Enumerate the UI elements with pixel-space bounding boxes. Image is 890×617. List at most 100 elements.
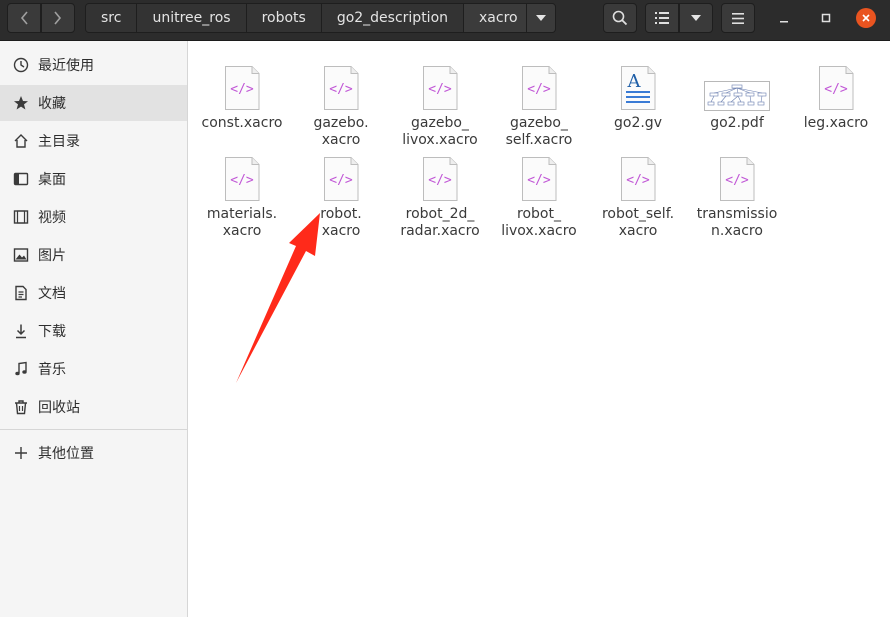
desktop-icon <box>12 170 30 188</box>
file-item[interactable]: </> const.xacro <box>192 65 292 132</box>
xacro-file-icon: </> <box>520 65 558 111</box>
svg-text:</>: </> <box>527 173 551 188</box>
sidebar-item-pictures[interactable]: 图片 <box>0 237 187 273</box>
main-menu-button[interactable] <box>721 3 755 33</box>
breadcrumb: src unitree_ros robots go2_description x… <box>85 3 556 33</box>
maximize-button[interactable] <box>816 8 836 28</box>
sidebar-item-label: 桌面 <box>38 172 66 188</box>
breadcrumb-item[interactable]: go2_description <box>321 4 465 32</box>
xacro-file-icon: </> <box>223 156 261 202</box>
file-item[interactable]: </> gazebo_ livox.xacro <box>390 65 490 149</box>
sidebar-item-desktop[interactable]: 桌面 <box>0 161 187 197</box>
clock-icon <box>12 56 30 74</box>
breadcrumb-item[interactable]: robots <box>246 4 322 32</box>
chevron-down-icon <box>691 15 701 21</box>
sidebar-divider <box>0 429 187 430</box>
search-icon <box>612 10 628 26</box>
close-button[interactable] <box>856 8 876 28</box>
file-item[interactable]: </> robot_self. xacro <box>588 156 688 240</box>
home-icon <box>12 132 30 150</box>
xacro-file-icon: </> <box>817 65 855 111</box>
xacro-file-icon: </> <box>619 156 657 202</box>
video-icon <box>12 208 30 226</box>
music-icon <box>12 360 30 378</box>
sidebar-item-videos[interactable]: 视频 <box>0 199 187 235</box>
minimize-icon <box>780 21 788 23</box>
svg-text:</>: </> <box>230 82 254 97</box>
file-item[interactable]: </> materials. xacro <box>192 156 292 240</box>
sidebar-item-documents[interactable]: 文档 <box>0 275 187 311</box>
sidebar-item-downloads[interactable]: 下载 <box>0 313 187 349</box>
list-view-button[interactable] <box>645 3 679 33</box>
xacro-file-icon: </> <box>421 156 459 202</box>
chevron-left-icon <box>20 11 28 25</box>
xacro-file-icon: </> <box>322 156 360 202</box>
sidebar-item-recent[interactable]: 最近使用 <box>0 47 187 83</box>
file-name: const.xacro <box>201 115 283 131</box>
breadcrumb-item[interactable]: src <box>86 4 138 32</box>
sidebar-item-label: 音乐 <box>38 362 66 378</box>
file-item[interactable]: </> transmissio n.xacro <box>687 156 787 240</box>
sidebar-item-label: 文档 <box>38 286 66 302</box>
sidebar-item-label: 收藏 <box>38 96 66 112</box>
sidebar-item-label: 视频 <box>38 210 66 226</box>
file-view: </> const.xacro </> gazebo. xacro </> gazebo_… <box>189 41 890 617</box>
svg-text:</>: </> <box>824 82 848 97</box>
file-name: gazebo_ livox.xacro <box>402 115 478 148</box>
svg-text:</>: </> <box>329 82 353 97</box>
back-button[interactable] <box>7 3 41 33</box>
trash-icon <box>12 398 30 416</box>
search-button[interactable] <box>603 3 637 33</box>
file-item[interactable]: go2.pdf <box>687 65 787 132</box>
minimize-button[interactable] <box>774 8 794 28</box>
file-item[interactable]: </> leg.xacro <box>786 65 886 132</box>
file-item[interactable]: </> robot_2d_ radar.xacro <box>390 156 490 240</box>
list-view-icon <box>655 12 669 24</box>
sidebar-item-home[interactable]: 主目录 <box>0 123 187 159</box>
sidebar-item-starred[interactable]: 收藏 <box>0 85 187 121</box>
image-icon <box>12 246 30 264</box>
sidebar-item-music[interactable]: 音乐 <box>0 351 187 387</box>
breadcrumb-menu-button[interactable] <box>526 4 555 32</box>
sidebar-item-label: 最近使用 <box>38 58 94 74</box>
file-item[interactable]: </> gazebo_ self.xacro <box>489 65 589 149</box>
svg-text:</>: </> <box>626 173 650 188</box>
download-icon <box>12 322 30 340</box>
breadcrumb-item-current[interactable]: xacro <box>464 4 527 32</box>
svg-text:</>: </> <box>428 82 452 97</box>
file-name: go2.pdf <box>710 115 764 131</box>
file-item[interactable]: </> gazebo. xacro <box>291 65 391 149</box>
file-item[interactable]: </> robot_ livox.xacro <box>489 156 589 240</box>
xacro-file-icon: </> <box>421 65 459 111</box>
file-name: leg.xacro <box>803 115 869 131</box>
file-name: go2.gv <box>614 115 662 131</box>
forward-button[interactable] <box>41 3 75 33</box>
sidebar-item-trash[interactable]: 回收站 <box>0 389 187 425</box>
sidebar-item-label: 主目录 <box>38 134 80 150</box>
header-bar: src unitree_ros robots go2_description x… <box>0 0 890 41</box>
chevron-right-icon <box>54 11 62 25</box>
file-name: materials. xacro <box>206 206 278 239</box>
svg-text:</>: </> <box>428 173 452 188</box>
file-item[interactable]: Ago2.gv <box>588 65 688 132</box>
pdf-file-icon <box>704 65 770 111</box>
hamburger-menu-icon <box>732 12 744 24</box>
view-options-button[interactable] <box>679 3 713 33</box>
svg-text:</>: </> <box>527 82 551 97</box>
file-name: transmissio n.xacro <box>696 206 778 239</box>
file-name: robot. xacro <box>320 206 362 239</box>
file-item[interactable]: </> robot. xacro <box>291 156 391 240</box>
sidebar: 最近使用 收藏 主目录 桌面 视频 图片 文档 下载 音乐 回收站 其他位置 <box>0 41 188 617</box>
breadcrumb-item[interactable]: unitree_ros <box>137 4 247 32</box>
svg-text:A: A <box>627 71 642 92</box>
gv-file-icon: A <box>619 65 657 111</box>
file-name: gazebo. xacro <box>313 115 369 148</box>
close-icon <box>862 14 870 22</box>
sidebar-item-label: 图片 <box>38 248 66 264</box>
xacro-file-icon: </> <box>520 156 558 202</box>
xacro-file-icon: </> <box>223 65 261 111</box>
sidebar-item-other-locations[interactable]: 其他位置 <box>0 435 187 471</box>
sidebar-item-label: 回收站 <box>38 400 80 416</box>
xacro-file-icon: </> <box>322 65 360 111</box>
document-icon <box>12 284 30 302</box>
